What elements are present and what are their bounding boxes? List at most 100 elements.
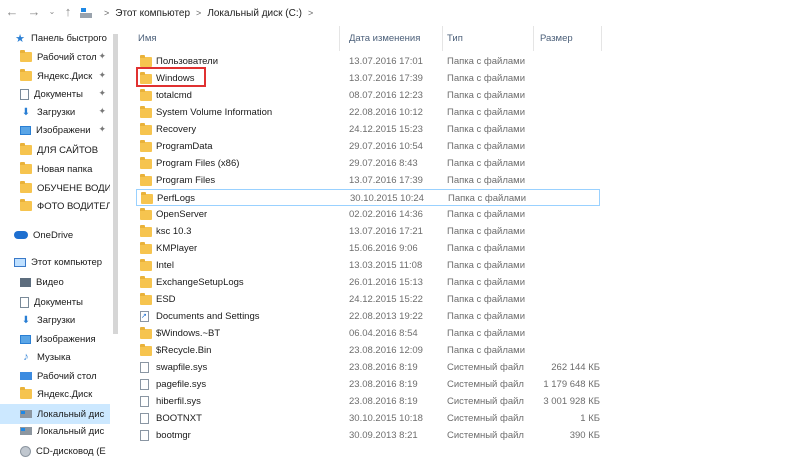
sidebar-item[interactable]: Документы ✦ [0, 84, 110, 104]
table-row[interactable]: bootmgr 30.09.2013 8:21 Системный файл 390 … [136, 427, 600, 444]
pin-icon[interactable]: ✦ [98, 51, 106, 62]
file-name: ksc 10.3 [156, 226, 192, 237]
file-size: 1 КБ [580, 413, 600, 424]
column-header-type[interactable]: Тип [441, 26, 534, 51]
sidebar-item[interactable]: Рабочий стол ✦ [0, 47, 110, 67]
sidebar-item[interactable]: Новая папка [0, 159, 110, 179]
table-row[interactable]: PerfLogs 30.10.2015 10:24 Папка с файлами [136, 189, 600, 206]
up-arrow-icon[interactable]: ↑ [60, 4, 76, 20]
sidebar-item-label: Загрузки [37, 106, 76, 118]
scrollbar-thumb[interactable] [113, 34, 118, 334]
table-row[interactable]: ESD 24.12.2015 15:22 Папка с файлами [136, 291, 600, 308]
breadcrumb-local-disk[interactable]: Локальный диск (C:) [207, 8, 302, 19]
table-row[interactable]: OpenServer 02.02.2016 14:36 Папка с файлам… [136, 206, 600, 223]
folder-icon [140, 123, 152, 135]
file-list-pane: Имя Дата изменения Тип Размер Пользовате… [120, 26, 800, 471]
folder-icon [140, 225, 152, 237]
address-bar[interactable]: > Этот компьютер > Локальный диск (C:) > [80, 3, 800, 23]
folder-icon [20, 69, 32, 81]
table-row[interactable]: swapfile.sys 23.08.2016 8:19 Системный фай… [136, 359, 600, 376]
sidebar-item[interactable]: ДЛЯ САЙТОВ [0, 140, 110, 160]
file-size: 390 КБ [569, 430, 600, 441]
download-icon: ⬇ [21, 314, 31, 326]
table-row[interactable]: System Volume Information 22.08.2016 10:1… [136, 104, 600, 121]
file-size: 262 144 КБ [551, 362, 600, 373]
file-date: 13.07.2016 17:01 [349, 56, 423, 67]
address-bar-area: ← → ⌄ ↑ > Этот компьютер > Локальный дис… [0, 0, 800, 26]
file-name: Recovery [156, 124, 197, 135]
file-name: ExchangeSetupLogs [156, 277, 244, 288]
sidebar-item[interactable]: ★ Панель быстрого [0, 28, 110, 48]
sidebar-scrollbar[interactable] [110, 26, 120, 471]
sidebar-item[interactable]: Яндекс.Диск ✦ [0, 66, 110, 86]
highlight-box [136, 67, 206, 87]
table-row[interactable]: totalcmd 08.07.2016 12:23 Папка с файлами [136, 87, 600, 104]
sidebar-item[interactable]: Этот компьютер [0, 252, 110, 272]
pin-icon[interactable]: ✦ [98, 70, 106, 81]
sidebar-item[interactable]: ♪ Музыка [0, 347, 110, 367]
cloud-icon [14, 231, 28, 239]
sidebar-item[interactable]: Яндекс.Диск [0, 384, 110, 404]
table-row[interactable]: Documents and Settings22.08.2013 19:22Па… [136, 308, 600, 325]
file-size [516, 223, 600, 240]
file-name: Program Files [156, 175, 216, 186]
table-row[interactable]: ksc 10.3 13.07.2016 17:21 Папка с файлами [136, 223, 600, 240]
sidebar-item-label: Рабочий стол [37, 370, 97, 382]
table-row[interactable]: $Recycle.Bin 23.08.2016 12:09 Папка с файл… [136, 342, 600, 359]
sidebar-item-label: CD-дисковод (E [36, 445, 106, 457]
file-size [516, 53, 600, 70]
pictures-icon [20, 334, 31, 344]
sidebar-item[interactable]: ⬇ Загрузки [0, 310, 110, 330]
sidebar-item[interactable]: ФОТО ВОДИТЕЛ [0, 196, 110, 216]
file-name: BOOTNXT [156, 413, 202, 424]
table-row[interactable]: $Windows.~BT 06.04.2016 8:54 Папка с файла… [136, 325, 600, 342]
file-date: 08.07.2016 12:23 [349, 90, 423, 101]
file-name: swapfile.sys [156, 362, 208, 373]
file-size [516, 172, 600, 189]
file-icon [140, 396, 149, 407]
sidebar-item[interactable]: Изображени ✦ [0, 120, 110, 140]
sidebar-item-label: Документы [34, 88, 83, 100]
sidebar-item[interactable]: ОБУЧЕНЕ ВОДИ [0, 178, 110, 198]
documents-icon [20, 296, 29, 308]
column-header-date[interactable]: Дата изменения [343, 26, 443, 51]
table-row[interactable]: Recovery 24.12.2015 15:23 Папка с файлами [136, 121, 600, 138]
folder-icon [140, 242, 152, 254]
file-date: 26.01.2016 15:13 [349, 277, 423, 288]
pin-icon[interactable]: ✦ [98, 124, 106, 135]
file-date: 29.07.2016 8:43 [349, 158, 418, 169]
table-row[interactable]: Intel 13.03.2015 11:08 Папка с файлами [136, 257, 600, 274]
table-row[interactable]: BOOTNXT 30.10.2015 10:18 Системный файл 1 К… [136, 410, 600, 427]
table-row[interactable]: pagefile.sys 23.08.2016 8:19 Системный фай… [136, 376, 600, 393]
pin-icon[interactable]: ✦ [98, 106, 106, 117]
pin-icon[interactable]: ✦ [98, 88, 106, 99]
column-header-name[interactable]: Имя [132, 26, 340, 51]
sidebar-item[interactable]: Видео [0, 272, 110, 292]
table-row[interactable]: hiberfil.sys 23.08.2016 8:19 Системный фай… [136, 393, 600, 410]
file-size [516, 70, 600, 87]
documents-icon [20, 88, 29, 100]
video-icon [20, 277, 31, 287]
file-date: 30.09.2013 8:21 [349, 430, 418, 441]
sidebar-item[interactable]: Рабочий стол [0, 366, 110, 386]
sidebar-item-label: Изображени [36, 124, 91, 136]
sidebar-item[interactable]: CD-дисковод (E [0, 441, 110, 461]
table-row[interactable]: KMPlayer 15.06.2016 9:06 Папка с файлами [136, 240, 600, 257]
sidebar-item[interactable]: Локальный дис [0, 421, 110, 441]
table-row[interactable]: Program Files (x86) 29.07.2016 8:43 Папка … [136, 155, 600, 172]
forward-arrow-icon[interactable]: → [26, 4, 42, 20]
sidebar-item[interactable]: ⬇ Загрузки ✦ [0, 102, 110, 122]
folder-icon [140, 344, 152, 356]
sidebar-item[interactable]: OneDrive [0, 225, 110, 245]
file-date: 13.07.2016 17:21 [349, 226, 423, 237]
back-arrow-icon[interactable]: ← [4, 4, 20, 20]
breadcrumb-this-pc[interactable]: Этот компьютер [115, 8, 190, 19]
chevron-down-icon[interactable]: ⌄ [44, 4, 60, 20]
sidebar-item[interactable]: Документы [0, 292, 110, 312]
table-row[interactable]: ExchangeSetupLogs 26.01.2016 15:13 Папка с… [136, 274, 600, 291]
column-headers: Имя Дата изменения Тип Размер [120, 26, 800, 51]
table-row[interactable]: ProgramData 29.07.2016 10:54 Папка с файла… [136, 138, 600, 155]
sidebar-item[interactable]: Изображения [0, 329, 110, 349]
table-row[interactable]: Program Files 13.07.2016 17:39 Папка с фай… [136, 172, 600, 189]
column-header-size[interactable]: Размер [534, 26, 602, 51]
